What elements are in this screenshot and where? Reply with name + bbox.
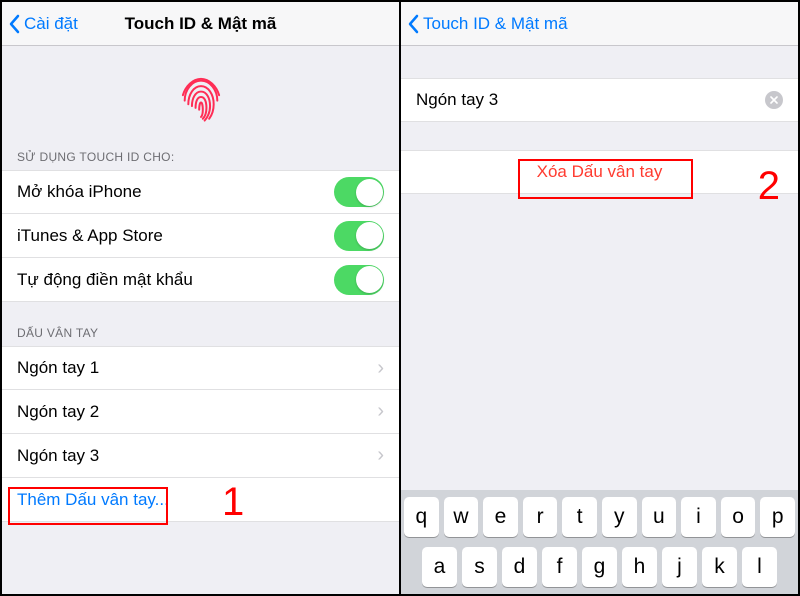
fingerprint-icon bbox=[172, 68, 230, 126]
annotation-step-1: 1 bbox=[222, 480, 244, 525]
fingerprint-name-input[interactable] bbox=[416, 90, 765, 110]
back-label: Cài đặt bbox=[24, 14, 78, 34]
annotation-step-2: 2 bbox=[758, 164, 780, 209]
finger-item-3[interactable]: Ngón tay 3 › bbox=[2, 434, 399, 478]
chevron-right-icon: › bbox=[377, 444, 384, 467]
back-button[interactable]: Touch ID & Mật mã bbox=[401, 14, 568, 34]
switch-on-icon[interactable] bbox=[334, 177, 384, 207]
chevron-right-icon: › bbox=[377, 400, 384, 423]
keyboard-row-2: a s d f g h j k l bbox=[404, 547, 795, 587]
chevron-right-icon: › bbox=[377, 357, 384, 380]
toggle-autofill-password[interactable]: Tự động điền mật khẩu bbox=[2, 258, 399, 302]
finger-label: Ngón tay 1 bbox=[17, 358, 99, 378]
toggle-label: iTunes & App Store bbox=[17, 226, 163, 246]
toggle-itunes-appstore[interactable]: iTunes & App Store bbox=[2, 214, 399, 258]
settings-touchid-screen: Cài đặt Touch ID & Mật mã SỬ DỤNG TOUCH … bbox=[2, 2, 401, 594]
fingerprint-detail-screen: Touch ID & Mật mã Xóa Dấu vân tay 2 q w … bbox=[401, 2, 798, 594]
finger-list: Ngón tay 1 › Ngón tay 2 › Ngón tay 3 › T… bbox=[2, 346, 399, 522]
back-button[interactable]: Cài đặt bbox=[2, 14, 78, 34]
close-icon bbox=[770, 96, 778, 104]
section-header-fingers: DẤU VÂN TAY bbox=[2, 320, 399, 346]
add-label: Thêm Dấu vân tay... bbox=[17, 490, 169, 510]
key-a[interactable]: a bbox=[422, 547, 457, 587]
add-fingerprint-button[interactable]: Thêm Dấu vân tay... bbox=[2, 478, 399, 522]
key-q[interactable]: q bbox=[404, 497, 439, 537]
key-o[interactable]: o bbox=[721, 497, 756, 537]
key-y[interactable]: y bbox=[602, 497, 637, 537]
switch-on-icon[interactable] bbox=[334, 265, 384, 295]
key-e[interactable]: e bbox=[483, 497, 518, 537]
key-k[interactable]: k bbox=[702, 547, 737, 587]
key-i[interactable]: i bbox=[681, 497, 716, 537]
chevron-left-icon bbox=[8, 14, 20, 34]
finger-item-2[interactable]: Ngón tay 2 › bbox=[2, 390, 399, 434]
key-p[interactable]: p bbox=[760, 497, 795, 537]
key-f[interactable]: f bbox=[542, 547, 577, 587]
key-u[interactable]: u bbox=[642, 497, 677, 537]
finger-item-1[interactable]: Ngón tay 1 › bbox=[2, 346, 399, 390]
keyboard-row-1: q w e r t y u i o p bbox=[404, 497, 795, 537]
back-label: Touch ID & Mật mã bbox=[423, 14, 568, 34]
clear-input-button[interactable] bbox=[765, 91, 783, 109]
ios-keyboard: q w e r t y u i o p a s d f g h j k l bbox=[401, 490, 798, 594]
key-r[interactable]: r bbox=[523, 497, 558, 537]
key-l[interactable]: l bbox=[742, 547, 777, 587]
toggle-label: Mở khóa iPhone bbox=[17, 182, 142, 202]
toggle-group: Mở khóa iPhone iTunes & App Store Tự độn… bbox=[2, 170, 399, 302]
section-header-use: SỬ DỤNG TOUCH ID CHO: bbox=[2, 144, 399, 170]
toggle-label: Tự động điền mật khẩu bbox=[17, 270, 193, 290]
key-d[interactable]: d bbox=[502, 547, 537, 587]
chevron-left-icon bbox=[407, 14, 419, 34]
delete-fingerprint-button[interactable]: Xóa Dấu vân tay bbox=[401, 150, 798, 194]
nav-header: Cài đặt Touch ID & Mật mã bbox=[2, 2, 399, 46]
toggle-unlock-iphone[interactable]: Mở khóa iPhone bbox=[2, 170, 399, 214]
key-w[interactable]: w bbox=[444, 497, 479, 537]
finger-label: Ngón tay 2 bbox=[17, 402, 99, 422]
delete-label: Xóa Dấu vân tay bbox=[537, 162, 663, 182]
fingerprint-name-input-row[interactable] bbox=[401, 78, 798, 122]
switch-on-icon[interactable] bbox=[334, 221, 384, 251]
key-t[interactable]: t bbox=[562, 497, 597, 537]
finger-label: Ngón tay 3 bbox=[17, 446, 99, 466]
key-h[interactable]: h bbox=[622, 547, 657, 587]
fingerprint-hero bbox=[2, 46, 399, 144]
nav-header: Touch ID & Mật mã bbox=[401, 2, 798, 46]
key-s[interactable]: s bbox=[462, 547, 497, 587]
key-j[interactable]: j bbox=[662, 547, 697, 587]
key-g[interactable]: g bbox=[582, 547, 617, 587]
